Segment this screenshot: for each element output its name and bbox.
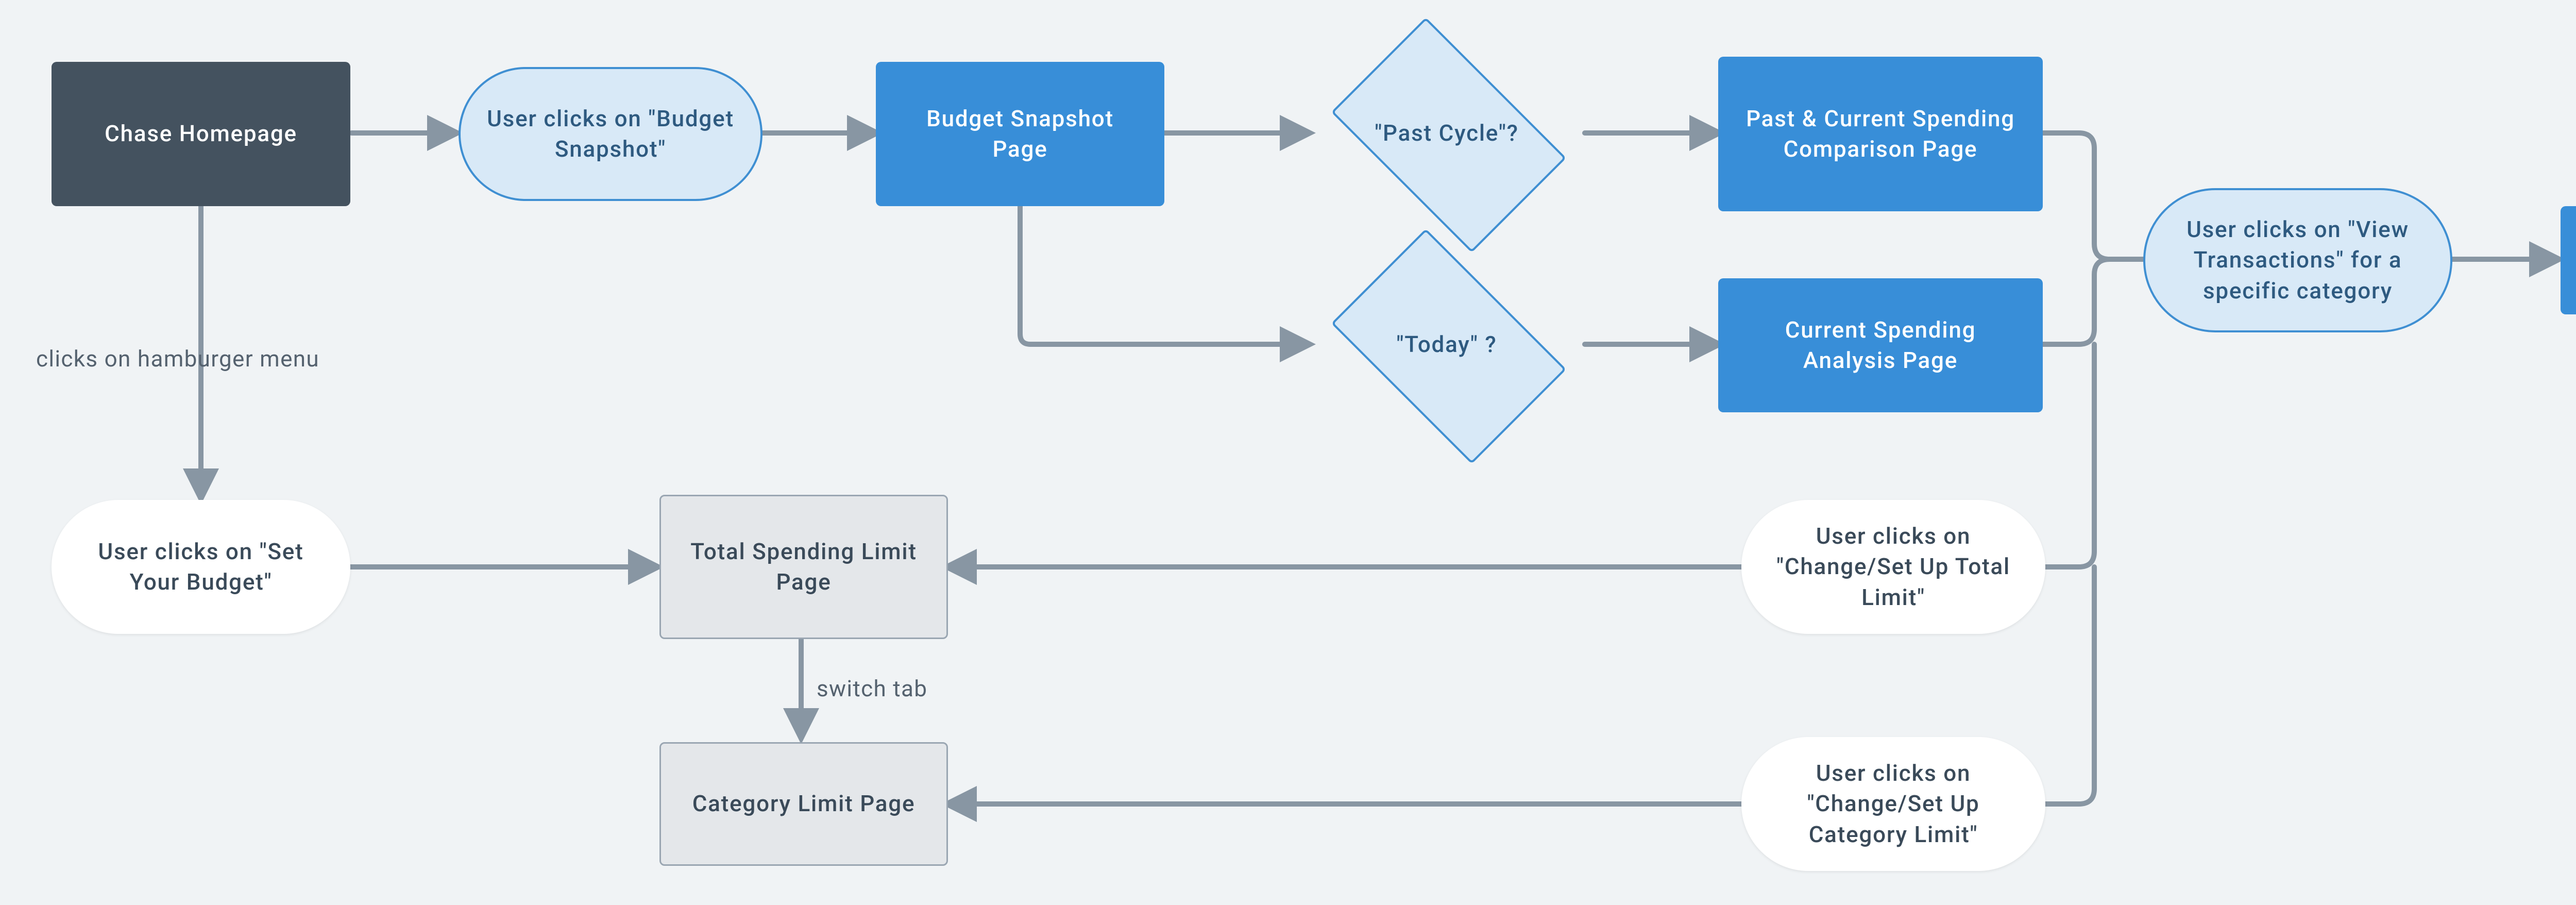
today-label: "Today" ? xyxy=(1396,331,1497,358)
edges-layer xyxy=(0,0,2576,905)
view-transactions-click-label: User clicks on "View Transactions" for a… xyxy=(2166,214,2430,306)
edge-trunk-down2 xyxy=(2043,567,2094,804)
set-budget-click-node: User clicks on "Set Your Budget" xyxy=(52,500,350,634)
past-cycle-label: "Past Cycle"? xyxy=(1375,120,1519,146)
comparison-page-label: Past & Current Spending Comparison Page xyxy=(1739,104,2022,165)
edge-trunk-down xyxy=(2043,344,2094,567)
view-transactions-click-node: User clicks on "View Transactions" for a… xyxy=(2143,188,2452,332)
total-limit-page-node: Total Spending Limit Page xyxy=(659,495,948,639)
change-category-click-node: User clicks on "Change/Set Up Category L… xyxy=(1741,737,2045,871)
category-limit-page-node: Category Limit Page xyxy=(659,742,948,866)
edge-current-merge xyxy=(2043,259,2130,344)
total-limit-page-label: Total Spending Limit Page xyxy=(682,537,926,598)
transactions-page-node: Transactions Page xyxy=(2561,206,2576,314)
edge-label-switch-tab: switch tab xyxy=(817,675,927,702)
edge-label-hamburger: clicks on hamburger menu xyxy=(36,345,319,372)
comparison-page-node: Past & Current Spending Comparison Page xyxy=(1718,57,2043,211)
change-total-click-node: User clicks on "Change/Set Up Total Limi… xyxy=(1741,500,2045,634)
set-budget-click-label: User clicks on "Set Your Budget" xyxy=(72,537,330,598)
budget-snapshot-page-node: Budget Snapshot Page xyxy=(876,62,1164,206)
past-cycle-decision: "Past Cycle"? xyxy=(1308,40,1586,226)
budget-snapshot-click-node: User clicks on "Budget Snapshot" xyxy=(459,67,762,201)
budget-snapshot-page-label: Budget Snapshot Page xyxy=(896,104,1144,165)
flow-diagram-canvas: Chase Homepage User clicks on "Budget Sn… xyxy=(0,0,2576,905)
current-analysis-page-label: Current Spending Analysis Page xyxy=(1739,315,2022,376)
edge-comparison-merge xyxy=(2043,133,2130,259)
start-node: Chase Homepage xyxy=(52,62,350,206)
budget-snapshot-click-label: User clicks on "Budget Snapshot" xyxy=(481,104,740,165)
edge-snapshot-to-today xyxy=(1020,205,1309,344)
current-analysis-page-node: Current Spending Analysis Page xyxy=(1718,278,2043,412)
today-decision: "Today" ? xyxy=(1308,252,1586,437)
change-total-click-label: User clicks on "Change/Set Up Total Limi… xyxy=(1762,521,2025,613)
category-limit-page-label: Category Limit Page xyxy=(692,789,916,819)
start-node-label: Chase Homepage xyxy=(105,119,297,149)
change-category-click-label: User clicks on "Change/Set Up Category L… xyxy=(1762,758,2025,850)
